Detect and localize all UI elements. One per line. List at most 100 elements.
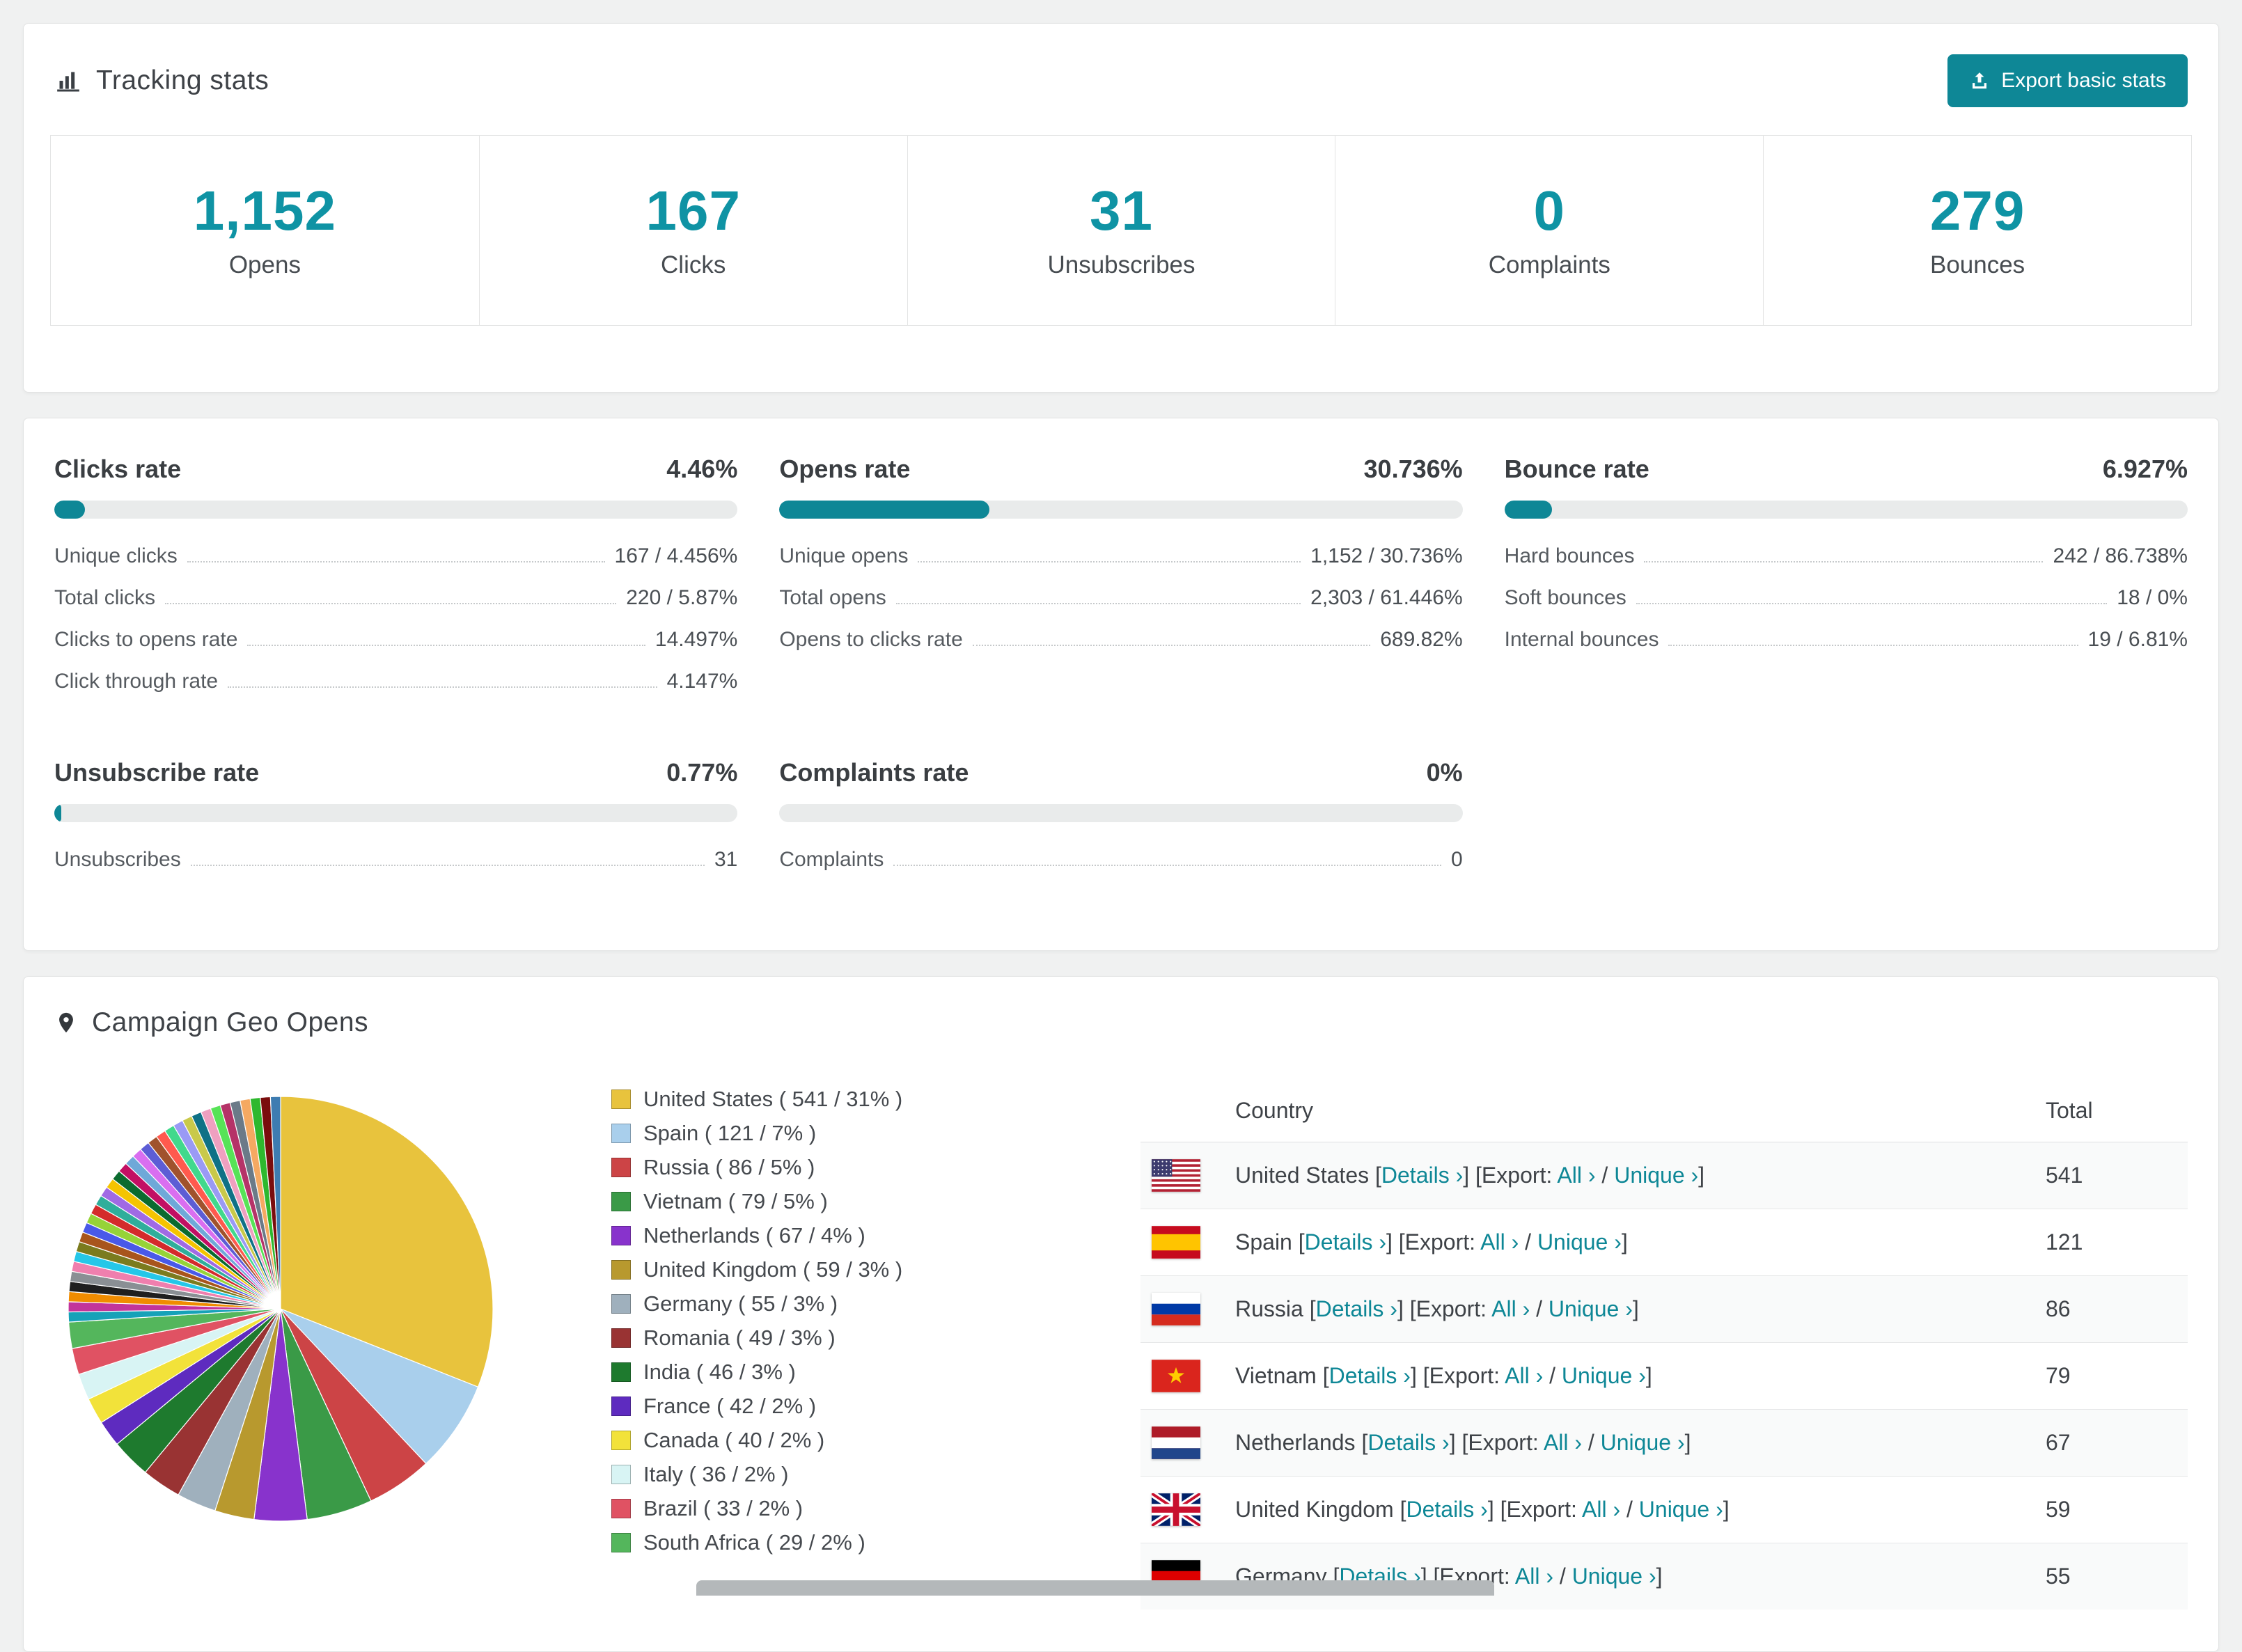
details-link[interactable]: Details ›	[1367, 1430, 1449, 1455]
rate-row-label: Clicks to opens rate	[54, 628, 238, 651]
details-link[interactable]: Details ›	[1305, 1229, 1386, 1254]
rate-percent: 0%	[1426, 758, 1463, 787]
stat-label: Opens	[228, 251, 301, 278]
dotted-leader	[247, 645, 645, 646]
dotted-leader	[918, 561, 1301, 563]
bracket: ]	[1645, 1363, 1652, 1388]
legend-swatch	[611, 1089, 631, 1109]
country-name: United States	[1235, 1163, 1370, 1188]
legend-swatch	[611, 1260, 631, 1280]
column-flag	[1140, 1080, 1224, 1142]
legend-swatch	[611, 1294, 631, 1314]
country-cell: United Kingdom [Details ›] [Export: All …	[1224, 1476, 2035, 1543]
details-link[interactable]: Details ›	[1381, 1163, 1463, 1188]
export-all-link[interactable]: All ›	[1491, 1296, 1530, 1321]
export-all-link[interactable]: All ›	[1515, 1564, 1553, 1589]
separator: /	[1549, 1363, 1556, 1388]
tracking-stats-header: Tracking stats Export basic stats	[24, 24, 2218, 135]
stat-box-bounces: 279 Bounces	[1763, 136, 2191, 325]
geo-table-row-spain: Spain [Details ›] [Export: All › / Uniqu…	[1140, 1209, 2188, 1276]
legend-swatch	[611, 1465, 631, 1484]
rate-row-value: 31	[714, 848, 738, 871]
legend-label: Russia ( 86 / 5% )	[643, 1155, 815, 1179]
flag-cell	[1140, 1142, 1224, 1209]
rates-card: Clicks rate 4.46% Unique clicks 167 / 4.456…	[23, 418, 2219, 951]
export-all-link[interactable]: All ›	[1544, 1430, 1582, 1455]
stat-box-complaints: 0 Complaints	[1335, 136, 1763, 325]
rate-row-label: Unique opens	[779, 544, 909, 567]
stat-label: Clicks	[661, 251, 726, 278]
legend-item-canada: Canada ( 40 / 2% )	[611, 1428, 959, 1453]
export-unique-link[interactable]: Unique ›	[1639, 1497, 1723, 1522]
bracket: [	[1309, 1296, 1316, 1321]
stat-label: Unsubscribes	[1047, 251, 1196, 278]
rate-row-value: 1,152 / 30.736%	[1310, 544, 1463, 567]
export-unique-link[interactable]: Unique ›	[1549, 1296, 1633, 1321]
stat-value: 0	[1533, 180, 1566, 242]
rate-row-value: 167 / 4.456%	[614, 544, 738, 567]
map-pin-icon	[54, 1009, 78, 1037]
rate-title: Unsubscribe rate	[54, 758, 260, 787]
export-unique-link[interactable]: Unique ›	[1614, 1163, 1698, 1188]
stat-value: 167	[645, 180, 741, 242]
legend-label: France ( 42 / 2% )	[643, 1394, 817, 1418]
rate-row-clicks-to-opens-rate: Clicks to opens rate 14.497%	[54, 619, 737, 661]
geo-table-row-united-states: United States [Details ›] [Export: All ›…	[1140, 1142, 2188, 1209]
legend-swatch	[611, 1362, 631, 1382]
progress-fill	[779, 501, 989, 519]
rate-row-label: Unique clicks	[54, 544, 178, 567]
export-unique-link[interactable]: Unique ›	[1537, 1229, 1622, 1254]
export-all-link[interactable]: All ›	[1480, 1229, 1519, 1254]
rate-row-click-through-rate: Click through rate 4.147%	[54, 661, 737, 702]
stat-box-clicks: 167 Clicks	[478, 136, 907, 325]
legend-label: South Africa ( 29 / 2% )	[643, 1530, 865, 1555]
legend-label: Canada ( 40 / 2% )	[643, 1428, 825, 1452]
bracket: ]	[1684, 1430, 1691, 1455]
export-basic-stats-button[interactable]: Export basic stats	[1947, 54, 2188, 107]
legend-item-united-kingdom: United Kingdom ( 59 / 3% )	[611, 1257, 959, 1282]
legend-label: Brazil ( 33 / 2% )	[643, 1496, 803, 1520]
export-unique-link[interactable]: Unique ›	[1601, 1430, 1685, 1455]
legend-swatch	[611, 1533, 631, 1552]
bracket: ]	[1621, 1229, 1628, 1254]
flag-nl-icon	[1152, 1426, 1200, 1459]
flag-es-icon	[1152, 1226, 1200, 1259]
country-name: Vietnam	[1235, 1363, 1317, 1388]
export-all-link[interactable]: All ›	[1505, 1363, 1543, 1388]
export-label: [Export:	[1409, 1296, 1487, 1321]
details-link[interactable]: Details ›	[1329, 1363, 1411, 1388]
geo-title: Campaign Geo Opens	[92, 1007, 369, 1037]
bracket: ]	[1487, 1497, 1494, 1522]
progress-bar	[54, 804, 738, 822]
legend-item-united-states: United States ( 541 / 31% )	[611, 1087, 959, 1112]
flag-gb-icon	[1152, 1493, 1200, 1526]
legend-swatch	[611, 1499, 631, 1518]
legend-label: Germany ( 55 / 3% )	[643, 1291, 838, 1316]
geo-table-row-russia: Russia [Details ›] [Export: All › / Uniq…	[1140, 1275, 2188, 1343]
legend-item-romania: Romania ( 49 / 3% )	[611, 1325, 959, 1351]
dotted-leader	[972, 645, 1371, 646]
dotted-leader	[165, 603, 617, 604]
country-cell: Spain [Details ›] [Export: All › / Uniqu…	[1224, 1209, 2035, 1276]
legend-item-germany: Germany ( 55 / 3% )	[611, 1291, 959, 1316]
export-all-link[interactable]: All ›	[1557, 1163, 1595, 1188]
export-unique-link[interactable]: Unique ›	[1572, 1564, 1656, 1589]
details-link[interactable]: Details ›	[1316, 1296, 1397, 1321]
stat-value: 1,152	[193, 180, 336, 242]
rate-row-label: Complaints	[779, 848, 884, 871]
pie-legend: United States ( 541 / 31% ) Spain ( 121 /…	[611, 1087, 959, 1564]
bracket: [	[1298, 1229, 1305, 1254]
rate-row-value: 242 / 86.738%	[2053, 544, 2188, 567]
stat-box-unsubscribes: 31 Unsubscribes	[907, 136, 1335, 325]
country-name: Russia	[1235, 1296, 1303, 1321]
legend-item-netherlands: Netherlands ( 67 / 4% )	[611, 1223, 959, 1248]
legend-item-russia: Russia ( 86 / 5% )	[611, 1155, 959, 1180]
legend-swatch	[611, 1226, 631, 1245]
horizontal-scrollbar[interactable]	[696, 1580, 1494, 1596]
details-link[interactable]: Details ›	[1406, 1497, 1487, 1522]
export-all-link[interactable]: All ›	[1582, 1497, 1620, 1522]
progress-bar	[54, 501, 738, 519]
country-cell: Netherlands [Details ›] [Export: All › /…	[1224, 1409, 2035, 1477]
export-unique-link[interactable]: Unique ›	[1562, 1363, 1646, 1388]
dotted-leader	[190, 865, 705, 866]
